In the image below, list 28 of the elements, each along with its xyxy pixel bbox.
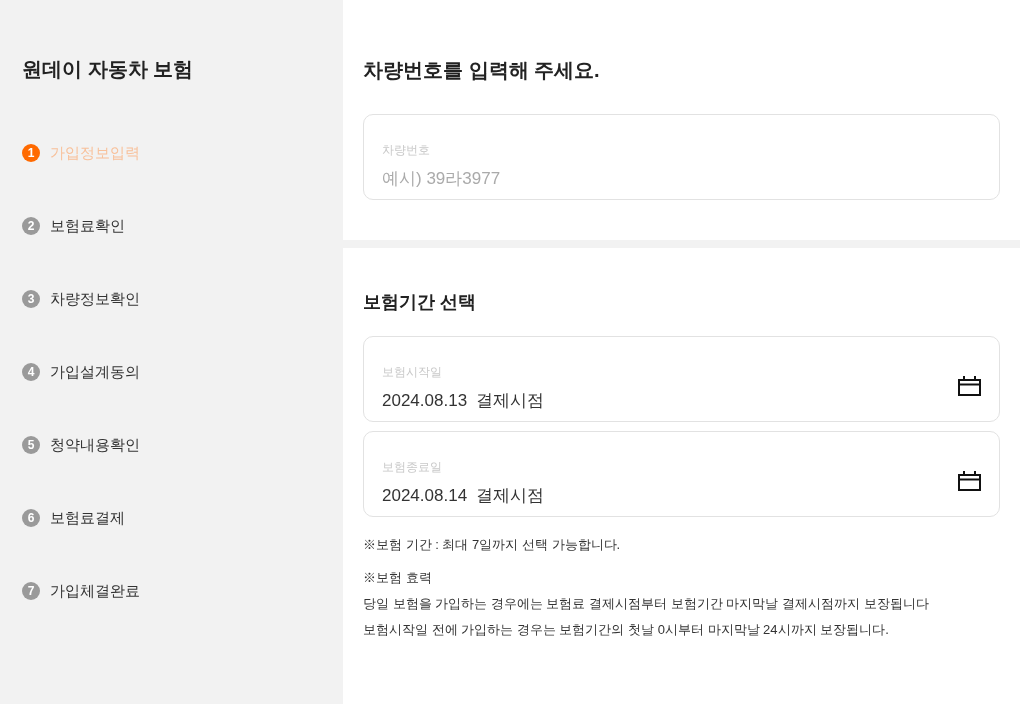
step-number: 4	[22, 363, 40, 381]
step-label: 보험료결제	[50, 508, 125, 528]
step-label: 가입설계동의	[50, 362, 140, 382]
date-value: 2024.08.14	[382, 485, 468, 507]
step-number: 7	[22, 582, 40, 600]
step-label: 가입정보입력	[50, 143, 140, 163]
step-number: 3	[22, 290, 40, 308]
vehicle-number-input[interactable]: 예시) 39라3977	[382, 167, 981, 191]
calendar-icon[interactable]	[958, 376, 981, 396]
step-number: 6	[22, 509, 40, 527]
step-label: 차량정보확인	[50, 289, 140, 309]
step-label: 청약내용확인	[50, 435, 140, 455]
step-number: 2	[22, 217, 40, 235]
note-text: ※보험 효력	[363, 569, 432, 587]
section-heading: 보험기간 선택	[363, 291, 476, 314]
sidebar-title: 원데이 자동차 보험	[22, 57, 194, 82]
note-text: 보험시작일 전에 가입하는 경우는 보험기간의 첫날 0시부터 마지막날 24시까지 보장됩니다.	[363, 621, 889, 639]
note-text: ※보험 기간 : 최대 7일까지 선택 가능합니다.	[363, 536, 621, 554]
step-label: 가입체결완료	[50, 581, 140, 601]
step-number: 5	[22, 436, 40, 454]
step-label: 보험료확인	[50, 216, 125, 236]
section-heading: 차량번호를 입력해 주세요.	[363, 58, 600, 83]
step-number: 1	[22, 144, 40, 162]
note-text: 당일 보험을 가입하는 경우에는 보험료 결제시점부터 보험기간 마지막날 결제시점까지 보장됩니다	[363, 595, 929, 613]
calendar-icon[interactable]	[958, 471, 981, 491]
time-value: 결제시점	[476, 390, 545, 412]
time-value: 결제시점	[476, 485, 545, 507]
date-value: 2024.08.13	[382, 390, 468, 412]
